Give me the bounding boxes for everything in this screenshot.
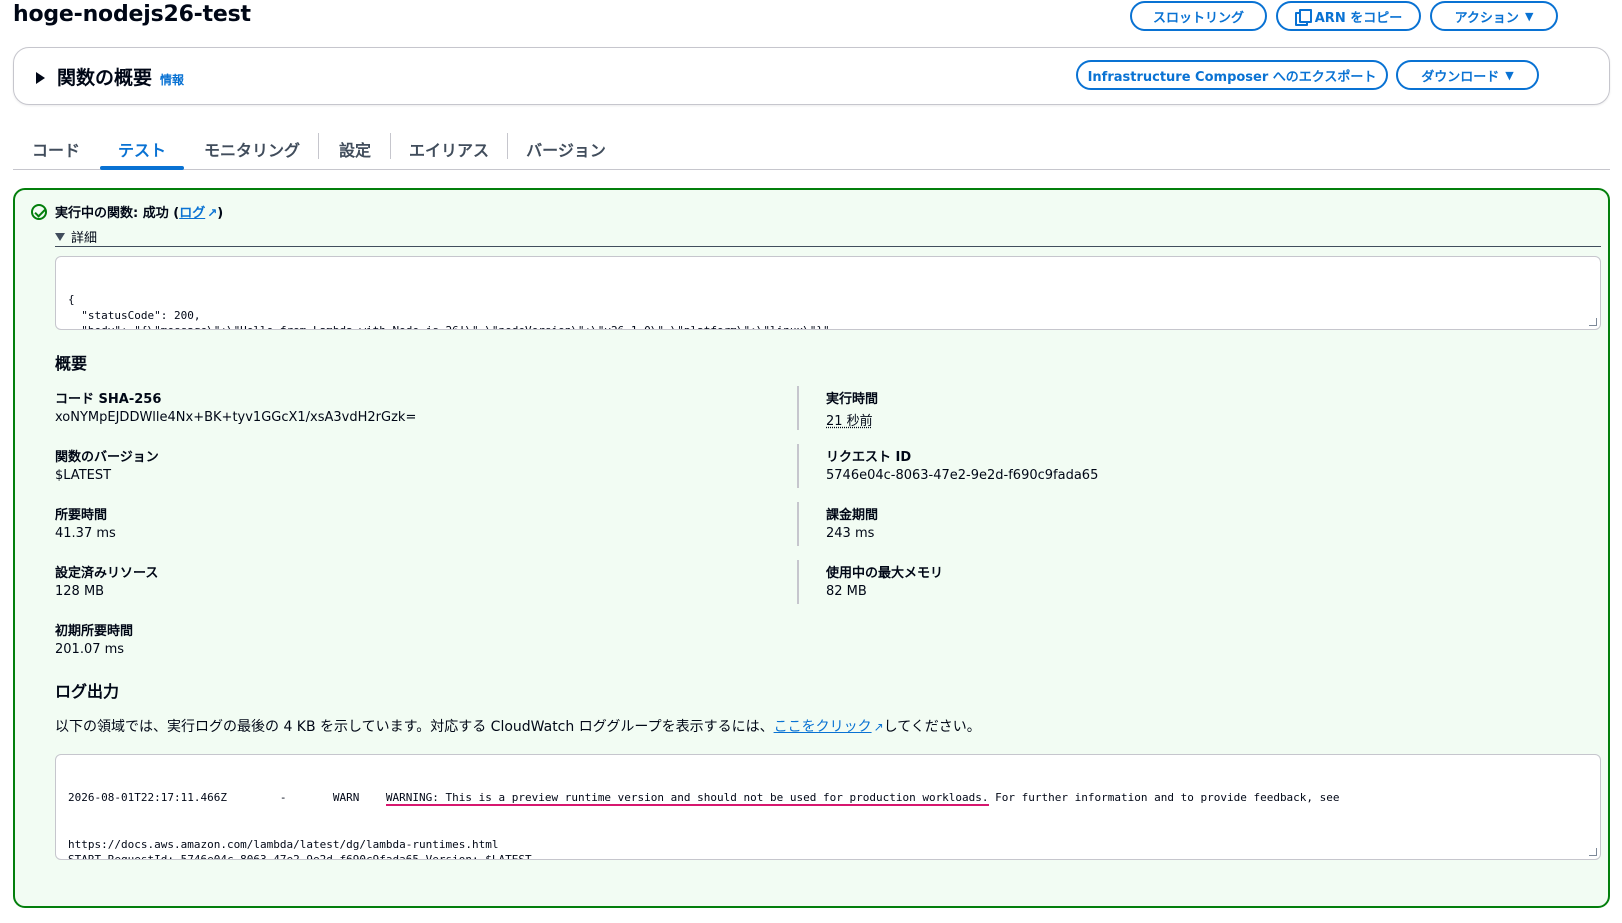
column-divider xyxy=(797,386,799,430)
field-value: 201.07 ms xyxy=(55,642,125,657)
external-link-icon[interactable]: ↗ xyxy=(874,720,884,734)
column-divider xyxy=(797,560,799,604)
field-value: 128 MB xyxy=(55,584,105,599)
field-value: 21 秒前 xyxy=(826,414,873,429)
field-label: 所要時間 xyxy=(55,508,108,523)
field-billed-duration: 課金期間 243 ms xyxy=(826,504,878,541)
details-toggle[interactable]: 詳細 xyxy=(55,227,97,246)
download-dropdown[interactable]: ダウンロード ▼ xyxy=(1396,60,1539,90)
field-exec-time: 実行時間 21 秒前 xyxy=(826,388,878,429)
field-function-version: 関数のバージョン $LATEST xyxy=(55,446,159,483)
export-composer-label: Infrastructure Composer へのエクスポート xyxy=(1087,69,1377,85)
log-line-1-prefix: 2026-08-01T22:17:11.466Z - WARN xyxy=(68,791,386,804)
actions-dropdown[interactable]: アクション ▼ xyxy=(1430,1,1558,31)
collapse-triangle-icon xyxy=(55,232,65,241)
status-text: 実行中の関数: 成功 ( xyxy=(55,206,180,221)
expand-triangle-icon xyxy=(36,72,45,84)
external-link-icon[interactable]: ↗ xyxy=(207,206,217,220)
field-init-duration: 初期所要時間 201.07 ms xyxy=(55,620,133,657)
summary-title: 概要 xyxy=(55,354,88,373)
field-label: リクエスト ID xyxy=(826,450,912,465)
field-value: xoNYMpEJDDWlle4Nx+BK+tyv1GGcX1/xsA3vdH2r… xyxy=(55,410,417,425)
tab-test[interactable]: テスト xyxy=(100,128,184,170)
throttle-label: スロットリング xyxy=(1152,10,1244,26)
response-output[interactable]: { "statusCode": 200, "body": "{\"message… xyxy=(55,256,1601,330)
tab-versions[interactable]: バージョン xyxy=(510,128,622,169)
execution-status: 実行中の関数: 成功 (ログ ↗) xyxy=(31,202,223,221)
log-output-description: 以下の領域では、実行ログの最後の 4 KB を示しています。対応する Cloud… xyxy=(55,716,981,736)
log-rest: https://docs.aws.amazon.com/lambda/lates… xyxy=(68,837,532,860)
log-desc-suffix: してください。 xyxy=(883,719,981,735)
field-duration: 所要時間 41.37 ms xyxy=(55,504,116,541)
column-divider xyxy=(797,444,799,488)
export-composer-button[interactable]: Infrastructure Composer へのエクスポート xyxy=(1076,60,1388,90)
field-label: 設定済みリソース xyxy=(55,566,159,581)
details-divider xyxy=(55,246,1601,247)
tab-settings[interactable]: 設定 xyxy=(321,128,389,169)
field-value: 243 ms xyxy=(826,526,875,541)
copy-arn-label: ARN をコピー xyxy=(1314,10,1403,26)
details-label: 詳細 xyxy=(71,231,98,246)
function-overview-panel: 関数の概要 情報 Infrastructure Composer へのエクスポー… xyxy=(13,47,1610,105)
log-output-title: ログ出力 xyxy=(55,682,120,701)
log-line-1-suffix: For further information and to provide f… xyxy=(988,791,1340,804)
field-label: 課金期間 xyxy=(826,508,879,523)
field-configured-resources: 設定済みリソース 128 MB xyxy=(55,562,158,599)
field-code-sha: コード SHA-256 xoNYMpEJDDWlle4Nx+BK+tyv1GGc… xyxy=(55,388,416,425)
copy-arn-button[interactable]: ARN をコピー xyxy=(1276,1,1421,31)
function-tabs: コード テスト モニタリング 設定 エイリアス バージョン xyxy=(13,128,1610,170)
function-overview-header[interactable]: 関数の概要 情報 xyxy=(36,63,184,90)
field-label: コード SHA-256 xyxy=(55,392,162,407)
column-divider xyxy=(797,502,799,546)
field-value: 82 MB xyxy=(826,584,867,599)
download-label: ダウンロード xyxy=(1421,69,1500,85)
field-value: 5746e04c-8063-47e2-9e2d-f690c9fada65 xyxy=(826,468,1099,483)
page-title: hoge-nodejs26-test xyxy=(13,2,251,27)
caret-down-icon: ▼ xyxy=(1505,68,1514,82)
success-check-icon xyxy=(31,203,47,220)
warning-highlight: WARNING: This is a preview runtime versi… xyxy=(385,791,989,806)
cloudwatch-link[interactable]: ここをクリック xyxy=(774,719,872,735)
tab-aliases[interactable]: エイリアス xyxy=(393,128,505,169)
resize-handle[interactable] xyxy=(1589,848,1597,856)
field-label: 初期所要時間 xyxy=(55,624,134,639)
field-label: 実行時間 xyxy=(826,392,879,407)
log-desc-text: 以下の領域では、実行ログの最後の 4 KB を示しています。対応する Cloud… xyxy=(55,719,774,735)
field-max-memory: 使用中の最大メモリ 82 MB xyxy=(826,562,943,599)
resize-handle[interactable] xyxy=(1589,318,1597,326)
response-json: { "statusCode": 200, "body": "{\"message… xyxy=(68,293,830,329)
status-suffix: ) xyxy=(217,206,224,221)
field-value: 41.37 ms xyxy=(55,526,116,541)
tab-separator xyxy=(507,133,508,159)
tab-separator xyxy=(318,133,319,159)
function-overview-title: 関数の概要 xyxy=(57,67,153,89)
field-value: $LATEST xyxy=(55,468,112,483)
tab-code[interactable]: コード xyxy=(13,128,99,169)
info-link[interactable]: 情報 xyxy=(160,71,184,88)
log-link[interactable]: ログ xyxy=(179,206,205,221)
field-request-id: リクエスト ID 5746e04c-8063-47e2-9e2d-f690c9f… xyxy=(826,446,1098,483)
log-line-1: 2026-08-01T22:17:11.466Z - WARN WARNING:… xyxy=(68,790,1588,806)
field-label: 使用中の最大メモリ xyxy=(826,566,944,581)
actions-label: アクション xyxy=(1454,10,1519,26)
caret-down-icon: ▼ xyxy=(1524,9,1534,23)
tab-monitoring[interactable]: モニタリング xyxy=(189,128,315,169)
execution-result-panel: 実行中の関数: 成功 (ログ ↗) 詳細 { "statusCode": 200,… xyxy=(13,188,1610,908)
log-output-box[interactable]: 2026-08-01T22:17:11.466Z - WARN WARNING:… xyxy=(55,754,1601,860)
field-label: 関数のバージョン xyxy=(55,450,159,465)
copy-icon xyxy=(1294,9,1312,26)
throttle-button[interactable]: スロットリング xyxy=(1130,1,1267,31)
tab-separator xyxy=(390,133,391,159)
